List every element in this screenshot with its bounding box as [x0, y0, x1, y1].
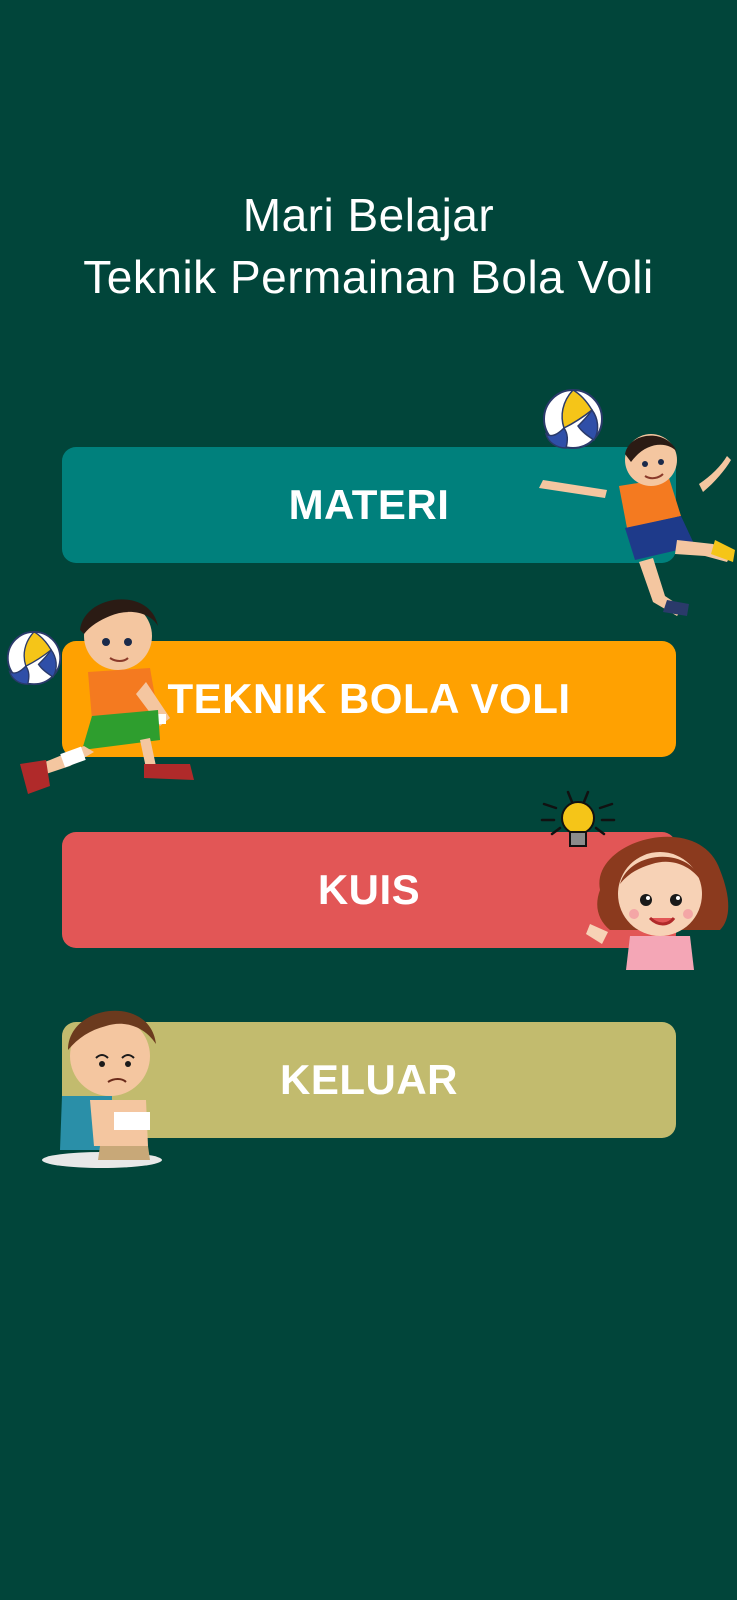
title-line-2: Teknik Permainan Bola Voli: [83, 251, 654, 303]
girl-idea-illustration: [586, 836, 729, 970]
materi-button-label: MATERI: [288, 481, 450, 528]
boy-spiking-illustration: [539, 434, 735, 616]
app-title: Mari Belajar Teknik Permainan Bola Voli: [0, 184, 737, 308]
keluar-button-label: KELUAR: [280, 1056, 458, 1103]
boy-receiving-illustration: [20, 599, 194, 794]
title-line-1: Mari Belajar: [242, 189, 495, 241]
sad-boy-illustration: [42, 1010, 162, 1168]
teknik-button-label: TEKNIK BOLA VOLI: [167, 675, 571, 722]
kuis-button-label: KUIS: [317, 866, 421, 913]
